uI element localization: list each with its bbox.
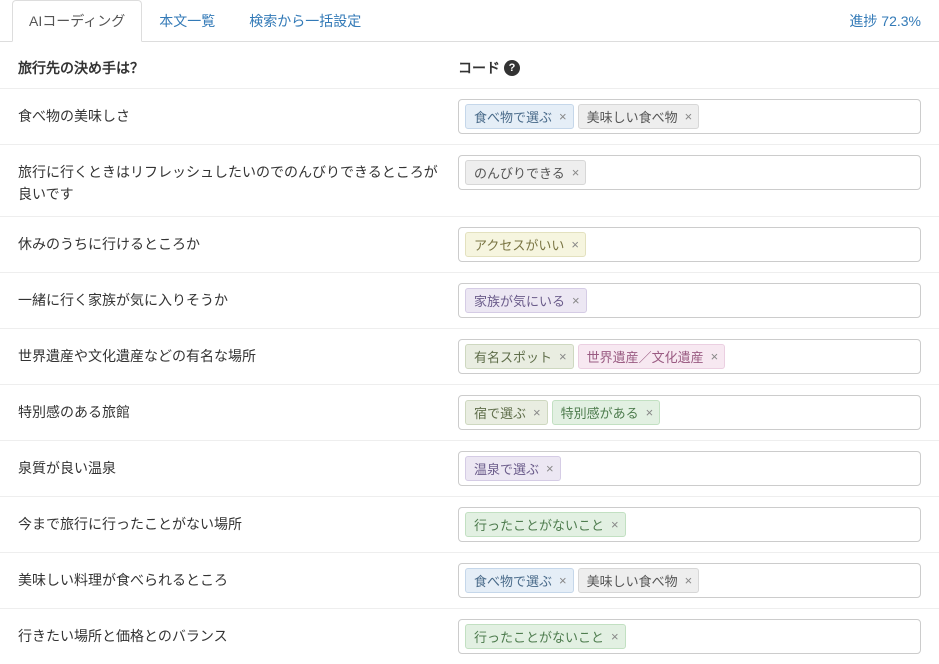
tab-ai-coding[interactable]: AIコーディング bbox=[12, 0, 142, 42]
code-tag-label: 食べ物で選ぶ bbox=[474, 571, 552, 590]
code-tag[interactable]: 世界遺産／文化遺産 × bbox=[578, 344, 726, 369]
response-text: 行きたい場所と価格とのバランス bbox=[18, 619, 458, 647]
code-tag-input[interactable]: 宿で選ぶ × 特別感がある × bbox=[458, 395, 921, 430]
code-tag[interactable]: 行ったことがないこと × bbox=[465, 624, 626, 649]
code-tag[interactable]: 行ったことがないこと × bbox=[465, 512, 626, 537]
code-tag[interactable]: 温泉で選ぶ × bbox=[465, 456, 561, 481]
response-text: 泉質が良い温泉 bbox=[18, 451, 458, 479]
tab-text-list[interactable]: 本文一覧 bbox=[142, 0, 232, 42]
tab-bar: AIコーディング 本文一覧 検索から一括設定 進捗 72.3% bbox=[0, 0, 939, 42]
code-header: コード ? bbox=[458, 58, 520, 78]
coding-row: 行きたい場所と価格とのバランス行ったことがないこと × bbox=[0, 608, 939, 664]
remove-tag-icon[interactable]: × bbox=[569, 293, 583, 308]
code-tag[interactable]: アクセスがいい × bbox=[465, 232, 586, 257]
coding-row: 美味しい料理が食べられるところ食べ物で選ぶ × 美味しい食べ物 × bbox=[0, 552, 939, 608]
code-tag-input[interactable]: 行ったことがないこと × bbox=[458, 619, 921, 654]
response-text: 世界遺産や文化遺産などの有名な場所 bbox=[18, 339, 458, 367]
coding-row: 一緒に行く家族が気に入りそうか家族が気にいる × bbox=[0, 272, 939, 328]
remove-tag-icon[interactable]: × bbox=[556, 573, 570, 588]
code-tag[interactable]: 食べ物で選ぶ × bbox=[465, 568, 574, 593]
remove-tag-icon[interactable]: × bbox=[568, 237, 582, 252]
remove-tag-icon[interactable]: × bbox=[569, 165, 583, 180]
code-tag[interactable]: 美味しい食べ物 × bbox=[578, 104, 700, 129]
coding-row: 食べ物の美味しさ食べ物で選ぶ × 美味しい食べ物 × bbox=[0, 88, 939, 144]
remove-tag-icon[interactable]: × bbox=[608, 629, 622, 644]
code-tag-input[interactable]: 温泉で選ぶ × bbox=[458, 451, 921, 486]
code-tag-input[interactable]: アクセスがいい × bbox=[458, 227, 921, 262]
code-tag-input[interactable]: 家族が気にいる × bbox=[458, 283, 921, 318]
code-tag-input[interactable]: のんびりできる × bbox=[458, 155, 921, 190]
remove-tag-icon[interactable]: × bbox=[608, 517, 622, 532]
code-tag[interactable]: のんびりできる × bbox=[465, 160, 586, 185]
coding-row: 特別感のある旅館宿で選ぶ × 特別感がある × bbox=[0, 384, 939, 440]
response-text: 美味しい料理が食べられるところ bbox=[18, 563, 458, 591]
progress-indicator: 進捗 72.3% bbox=[843, 1, 927, 41]
remove-tag-icon[interactable]: × bbox=[682, 573, 696, 588]
code-tag-label: 世界遺産／文化遺産 bbox=[587, 347, 704, 366]
code-tag[interactable]: 食べ物で選ぶ × bbox=[465, 104, 574, 129]
code-tag-input[interactable]: 有名スポット × 世界遺産／文化遺産 × bbox=[458, 339, 921, 374]
response-text: 旅行に行くときはリフレッシュしたいのでのんびりできるところが良いです bbox=[18, 155, 458, 206]
code-tag-label: のんびりできる bbox=[474, 163, 565, 182]
remove-tag-icon[interactable]: × bbox=[708, 349, 722, 364]
coding-row: 今まで旅行に行ったことがない場所行ったことがないこと × bbox=[0, 496, 939, 552]
code-tag-label: 行ったことがないこと bbox=[474, 515, 604, 534]
remove-tag-icon[interactable]: × bbox=[530, 405, 544, 420]
code-tag-input[interactable]: 食べ物で選ぶ × 美味しい食べ物 × bbox=[458, 99, 921, 134]
code-tag[interactable]: 家族が気にいる × bbox=[465, 288, 587, 313]
code-tag[interactable]: 特別感がある × bbox=[552, 400, 661, 425]
code-tag-label: 行ったことがないこと bbox=[474, 627, 604, 646]
rows-container: 食べ物の美味しさ食べ物で選ぶ×美味しい食べ物×旅行に行くときはリフレッシュしたい… bbox=[0, 88, 939, 664]
tab-bulk-from-search[interactable]: 検索から一括設定 bbox=[232, 0, 378, 42]
remove-tag-icon[interactable]: × bbox=[543, 461, 557, 476]
code-tag[interactable]: 有名スポット × bbox=[465, 344, 574, 369]
code-tag-input[interactable]: 食べ物で選ぶ × 美味しい食べ物 × bbox=[458, 563, 921, 598]
remove-tag-icon[interactable]: × bbox=[682, 109, 696, 124]
code-tag-input[interactable]: 行ったことがないこと × bbox=[458, 507, 921, 542]
coding-row: 泉質が良い温泉温泉で選ぶ × bbox=[0, 440, 939, 496]
response-text: 休みのうちに行けるところか bbox=[18, 227, 458, 255]
response-text: 食べ物の美味しさ bbox=[18, 99, 458, 127]
column-headers: 旅行先の決め手は？ コード ? bbox=[0, 42, 939, 88]
help-icon[interactable]: ? bbox=[504, 60, 520, 76]
code-tag[interactable]: 美味しい食べ物 × bbox=[578, 568, 700, 593]
code-tag-label: 食べ物で選ぶ bbox=[474, 107, 552, 126]
code-tag[interactable]: 宿で選ぶ × bbox=[465, 400, 548, 425]
coding-row: 世界遺産や文化遺産などの有名な場所有名スポット × 世界遺産／文化遺産 × bbox=[0, 328, 939, 384]
code-tag-label: 温泉で選ぶ bbox=[474, 459, 539, 478]
code-tag-label: 特別感がある bbox=[561, 403, 639, 422]
code-tag-label: アクセスがいい bbox=[474, 235, 564, 254]
code-header-label: コード bbox=[458, 58, 500, 78]
code-tag-label: 有名スポット bbox=[474, 347, 552, 366]
remove-tag-icon[interactable]: × bbox=[556, 109, 570, 124]
remove-tag-icon[interactable]: × bbox=[643, 405, 657, 420]
response-text: 一緒に行く家族が気に入りそうか bbox=[18, 283, 458, 311]
coding-row: 休みのうちに行けるところかアクセスがいい × bbox=[0, 216, 939, 272]
response-text: 今まで旅行に行ったことがない場所 bbox=[18, 507, 458, 535]
response-text: 特別感のある旅館 bbox=[18, 395, 458, 423]
remove-tag-icon[interactable]: × bbox=[556, 349, 570, 364]
question-header: 旅行先の決め手は？ bbox=[18, 58, 458, 78]
code-tag-label: 美味しい食べ物 bbox=[587, 107, 678, 126]
coding-row: 旅行に行くときはリフレッシュしたいのでのんびりできるところが良いですのんびりでき… bbox=[0, 144, 939, 216]
code-tag-label: 美味しい食べ物 bbox=[587, 571, 678, 590]
code-tag-label: 宿で選ぶ bbox=[474, 403, 526, 422]
code-tag-label: 家族が気にいる bbox=[474, 291, 565, 310]
